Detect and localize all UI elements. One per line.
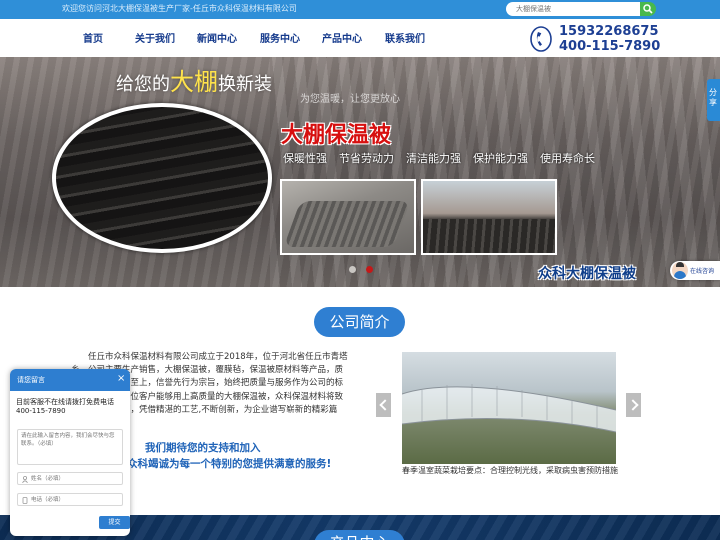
about-section-title: 公司简介 (314, 307, 405, 337)
blanket-roll-photo (280, 179, 416, 255)
search-button[interactable] (640, 2, 656, 16)
banner-slogan-highlight: 大棚 (170, 68, 218, 96)
nav-products[interactable]: 产品中心 (322, 30, 362, 45)
phone-number-hotline: 400-115-7890 (559, 39, 661, 54)
products-section-title: 产品中心 (314, 530, 405, 540)
offline-notice: 目前客服不在线请拨打免费电话400-115-7890 (16, 398, 114, 415)
phone-small-icon (22, 497, 28, 504)
search-input[interactable] (506, 2, 640, 16)
about-slogan-1: 我们期待您的支持和加入 (145, 442, 261, 454)
message-widget-title: 请您留言 (17, 376, 45, 384)
submit-button[interactable]: 提交 (99, 516, 130, 529)
greenhouse-blanket-photo (421, 179, 557, 255)
feature-item: 使用寿命长 (540, 152, 595, 165)
search-icon (643, 4, 653, 14)
feature-item: 保护能力强 (473, 152, 528, 165)
banner-brand-caption: 众科大棚保温被 (538, 266, 636, 282)
slide-dot-active[interactable] (366, 266, 373, 273)
feature-item: 保暖性强 (283, 152, 327, 165)
nav-news[interactable]: 新闻中心 (197, 30, 237, 45)
top-bar: 欢迎您访问河北大棚保温被生产厂家-任丘市众科保温材料有限公司 (0, 0, 720, 19)
banner-slogan: 给您的大棚换新装 (116, 62, 272, 97)
feature-list: 保暖性强 节省劳动力 清洁能力强 保护能力强 使用寿命长 (283, 150, 607, 166)
welcome-text: 欢迎您访问河北大棚保温被生产厂家-任丘市众科保温材料有限公司 (62, 4, 297, 13)
feature-item: 清洁能力强 (406, 152, 461, 165)
rolled-blanket-photo (52, 103, 272, 253)
message-widget-header: 请您留言 × (10, 369, 130, 391)
phone-number-mobile: 15932268675 (559, 24, 659, 39)
name-input[interactable] (31, 474, 119, 483)
phone-icon (530, 26, 552, 52)
nav-service[interactable]: 服务中心 (260, 30, 300, 45)
banner-subtitle: 为您温暖，让您更放心 (300, 94, 400, 105)
hero-banner: 给您的大棚换新装 为您温暖，让您更放心 大棚保温被 保暖性强 节省劳动力 清洁能力强… (0, 57, 720, 287)
greenhouse-photo (402, 352, 616, 464)
banner-slogan-post: 换新装 (218, 74, 272, 95)
nav-contact[interactable]: 联系我们 (385, 30, 425, 45)
banner-slogan-pre: 给您的 (116, 74, 170, 95)
about-slogan-2: 众科竭诚为每一个特别的您提供满意的服务! (127, 458, 332, 470)
main-nav: 首页 关于我们 新闻中心 服务中心 产品中心 联系我们 15932268675 … (0, 19, 720, 57)
close-icon[interactable]: × (117, 373, 125, 385)
name-field[interactable] (17, 472, 123, 485)
message-widget: 请您留言 × 目前客服不在线请拨打免费电话400-115-7890 提交 (10, 369, 130, 536)
phone-field[interactable] (17, 493, 123, 506)
page: 欢迎您访问河北大棚保温被生产厂家-任丘市众科保温材料有限公司 首页 关于我们 新… (0, 0, 720, 540)
user-icon (22, 476, 28, 483)
online-service-label: 在线咨询 (690, 268, 715, 275)
slide-dot[interactable] (349, 266, 356, 273)
gallery-caption: 春季温室蔬菜栽培要点：合理控制光线，采取病虫害预防措施 (402, 466, 618, 475)
message-content-input[interactable] (17, 429, 123, 465)
nav-home[interactable]: 首页 (83, 30, 103, 45)
nav-about[interactable]: 关于我们 (135, 30, 175, 45)
service-avatar (672, 262, 688, 279)
share-label: 分享 (709, 88, 717, 107)
banner-product-title: 大棚保温被 (281, 123, 392, 148)
online-service-button[interactable]: 在线咨询 (670, 261, 720, 280)
greenhouse-frame (402, 384, 616, 433)
phone-input[interactable] (31, 495, 119, 504)
gallery-prev-button[interactable] (376, 393, 391, 417)
gallery-next-button[interactable] (626, 393, 641, 417)
share-tab[interactable]: 分享 (707, 79, 720, 121)
feature-item: 节省劳动力 (339, 152, 394, 165)
